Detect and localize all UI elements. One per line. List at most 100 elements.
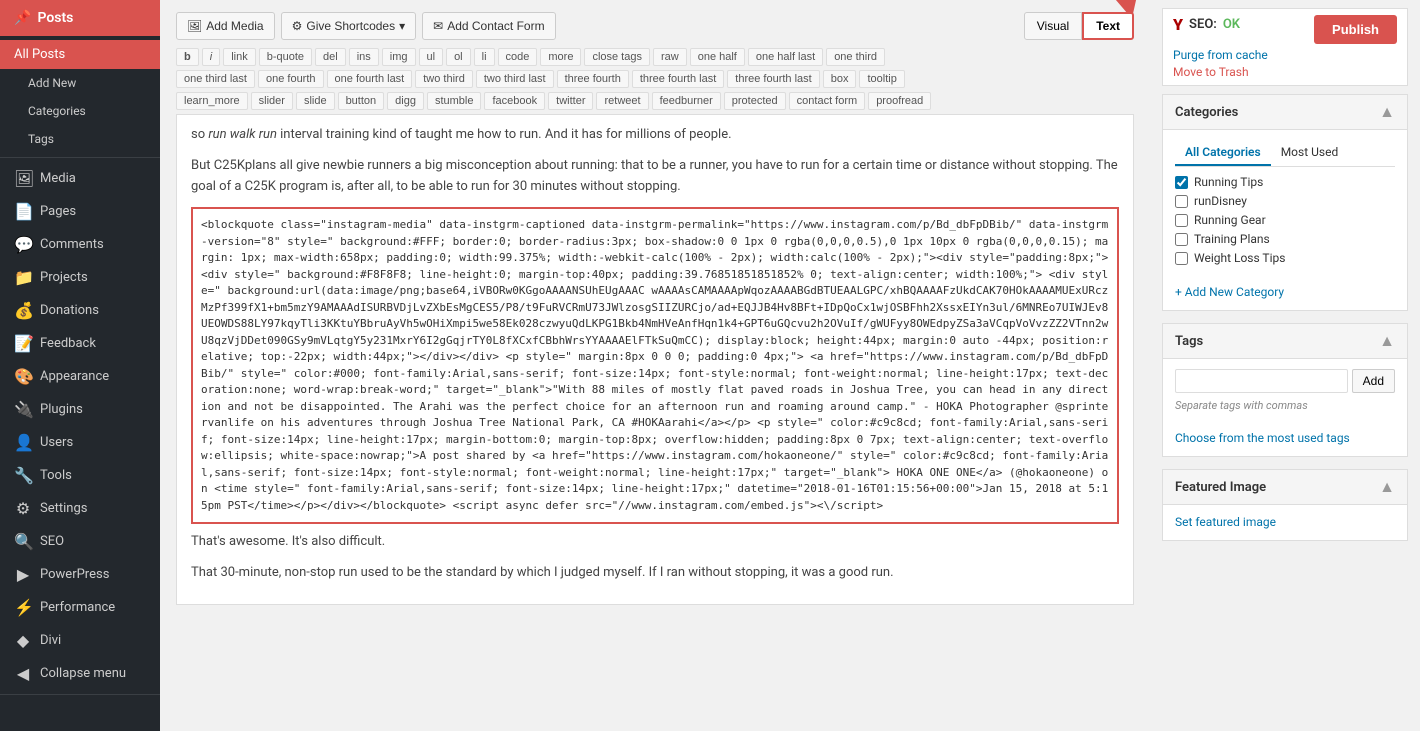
cat-weight-loss-checkbox[interactable] [1175, 252, 1188, 265]
code-block[interactable]: <blockquote class="instagram-media" data… [191, 207, 1119, 524]
contact-form-icon: ✉ [433, 19, 443, 33]
set-featured-image-link[interactable]: Set featured image [1175, 515, 1276, 529]
sidebar-item-plugins[interactable]: 🔌 Plugins [0, 393, 160, 426]
sidebar-item-feedback[interactable]: 📝 Feedback [0, 327, 160, 360]
featured-image-toggle[interactable]: ▲ [1379, 477, 1395, 497]
cat-training-plans-label: Training Plans [1194, 232, 1270, 246]
fmt-one-half-last[interactable]: one half last [748, 48, 823, 66]
fmt-bquote[interactable]: b-quote [259, 48, 312, 66]
fmt-ul[interactable]: ul [419, 48, 444, 66]
sidebar-item-powerpress[interactable]: ▶ PowerPress [0, 558, 160, 591]
fmt-protected[interactable]: protected [724, 92, 786, 110]
right-panel: Y SEO: OK Publish Purge from cache Move … [1150, 0, 1420, 731]
fmt-contact-form[interactable]: contact form [789, 92, 866, 110]
categories-toggle[interactable]: ▲ [1379, 102, 1395, 122]
fmt-slide[interactable]: slide [296, 92, 335, 110]
tags-toggle[interactable]: ▲ [1379, 331, 1395, 351]
sidebar-item-all-posts[interactable]: All Posts [0, 40, 160, 69]
fmt-two-third[interactable]: two third [415, 70, 473, 88]
tab-visual[interactable]: Visual [1024, 12, 1082, 40]
sidebar-item-comments[interactable]: 💬 Comments [0, 228, 160, 261]
fmt-button[interactable]: button [338, 92, 385, 110]
sidebar-item-seo[interactable]: 🔍 SEO [0, 525, 160, 558]
sidebar-item-donations[interactable]: 💰 Donations [0, 294, 160, 327]
fmt-one-third[interactable]: one third [826, 48, 885, 66]
view-tabs: Visual Text [1024, 12, 1134, 40]
sidebar-item-settings[interactable]: ⚙ Settings [0, 492, 160, 525]
fmt-digg[interactable]: digg [387, 92, 424, 110]
fmt-three-fourth[interactable]: three fourth [557, 70, 629, 88]
move-to-trash-link[interactable]: Move to Trash [1173, 65, 1397, 79]
fmt-ins[interactable]: ins [349, 48, 379, 66]
give-shortcodes-button[interactable]: ⚙ Give Shortcodes ▾ [281, 12, 417, 40]
add-contact-form-button[interactable]: ✉ Add Contact Form [422, 12, 555, 40]
fmt-three-fourth-last[interactable]: three fourth last [632, 70, 724, 88]
users-icon: 👤 [14, 433, 32, 452]
fmt-b[interactable]: b [176, 48, 199, 66]
fmt-del[interactable]: del [315, 48, 346, 66]
fmt-link[interactable]: link [223, 48, 256, 66]
fmt-one-fourth[interactable]: one fourth [258, 70, 324, 88]
performance-icon: ⚡ [14, 598, 32, 617]
cat-running-gear-label: Running Gear [1194, 213, 1266, 227]
cat-running-gear-checkbox[interactable] [1175, 214, 1188, 227]
tags-input-row: Add [1175, 369, 1395, 393]
fmt-ol[interactable]: ol [446, 48, 471, 66]
sidebar-item-pages[interactable]: 📄 Pages [0, 195, 160, 228]
sidebar-item-categories[interactable]: Categories [0, 97, 160, 125]
fmt-img[interactable]: img [382, 48, 416, 66]
editor-content-area[interactable]: so run walk run interval training kind o… [177, 115, 1133, 604]
fmt-i[interactable]: i [202, 48, 220, 66]
seo-label: SEO: [1189, 17, 1217, 32]
add-new-category-link[interactable]: + Add New Category [1175, 285, 1284, 299]
sidebar-item-tags[interactable]: Tags [0, 125, 160, 153]
fmt-close-tags[interactable]: close tags [584, 48, 650, 66]
sidebar-item-projects[interactable]: 📁 Projects [0, 261, 160, 294]
main-content: 🖼 Add Media ⚙ Give Shortcodes ▾ ✉ Add Co… [160, 0, 1150, 731]
fmt-slider[interactable]: slider [251, 92, 293, 110]
sidebar-item-divi[interactable]: ◆ Divi [0, 624, 160, 657]
fmt-feedburner[interactable]: feedburner [652, 92, 721, 110]
fmt-retweet[interactable]: retweet [596, 92, 648, 110]
cat-run-disney-label: runDisney [1194, 194, 1247, 208]
tab-most-used[interactable]: Most Used [1271, 140, 1349, 166]
tab-text[interactable]: Text [1082, 12, 1134, 40]
fmt-stumble[interactable]: stumble [427, 92, 482, 110]
editor-wrapper: so run walk run interval training kind o… [176, 114, 1134, 605]
choose-tags-link[interactable]: Choose from the most used tags [1175, 431, 1350, 445]
fmt-one-third-last[interactable]: one third last [176, 70, 255, 88]
fmt-li[interactable]: li [474, 48, 495, 66]
fmt-three-fourth-last2[interactable]: three fourth last [727, 70, 819, 88]
fmt-code[interactable]: code [498, 48, 538, 66]
fmt-more[interactable]: more [540, 48, 581, 66]
editor-para-1: But C25Kplans all give newbie runners a … [191, 156, 1119, 198]
fmt-facebook[interactable]: facebook [484, 92, 545, 110]
add-media-button[interactable]: 🖼 Add Media [176, 12, 275, 40]
sidebar-item-tools[interactable]: 🔧 Tools [0, 459, 160, 492]
tags-input[interactable] [1175, 369, 1348, 393]
fmt-one-fourth-last[interactable]: one fourth last [327, 70, 413, 88]
sidebar-item-users[interactable]: 👤 Users [0, 426, 160, 459]
sidebar-item-performance[interactable]: ⚡ Performance [0, 591, 160, 624]
sidebar-item-add-new[interactable]: Add New [0, 69, 160, 97]
fmt-twitter[interactable]: twitter [548, 92, 593, 110]
sidebar-item-collapse[interactable]: ◀ Collapse menu [0, 657, 160, 690]
tab-all-categories[interactable]: All Categories [1175, 140, 1271, 166]
purge-cache-link[interactable]: Purge from cache [1173, 48, 1397, 62]
fmt-box[interactable]: box [823, 70, 857, 88]
cat-run-disney-checkbox[interactable] [1175, 195, 1188, 208]
fmt-two-third-last[interactable]: two third last [476, 70, 554, 88]
sidebar-item-appearance[interactable]: 🎨 Appearance [0, 360, 160, 393]
cat-running-tips-checkbox[interactable] [1175, 176, 1188, 189]
publish-button[interactable]: Publish [1314, 15, 1397, 44]
fmt-proofread[interactable]: proofread [868, 92, 931, 110]
sidebar-item-media[interactable]: 🖼 Media [0, 162, 160, 195]
fmt-learn-more[interactable]: learn_more [176, 92, 248, 110]
sidebar-item-label: Performance [40, 600, 115, 615]
settings-icon: ⚙ [14, 499, 32, 518]
fmt-one-half[interactable]: one half [690, 48, 745, 66]
cat-training-plans-checkbox[interactable] [1175, 233, 1188, 246]
tags-add-button[interactable]: Add [1352, 369, 1395, 393]
fmt-tooltip[interactable]: tooltip [859, 70, 904, 88]
fmt-raw[interactable]: raw [653, 48, 687, 66]
